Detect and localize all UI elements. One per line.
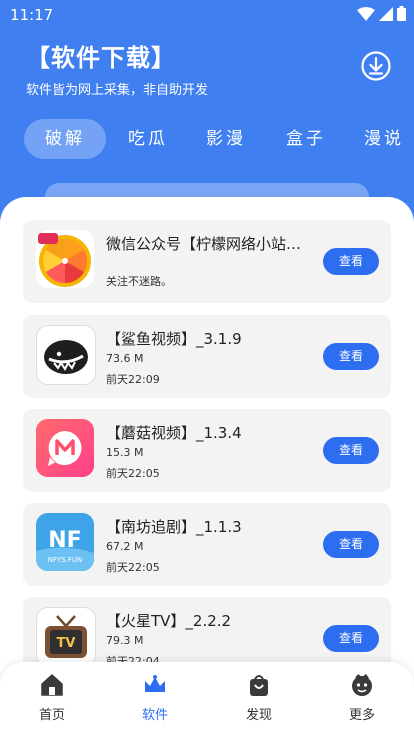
shark-icon — [36, 325, 96, 385]
app-name: 微信公众号【柠檬网络小站… — [106, 235, 302, 253]
nav-home[interactable]: 首页 — [22, 672, 82, 723]
app-note: 关注不迷路。 — [106, 275, 172, 288]
signal-icon — [379, 6, 393, 21]
list-item[interactable]: 微信公众号【柠檬网络小站… 关注不迷路。 查看 — [23, 220, 391, 303]
app-size: 15.3 M — [106, 446, 144, 459]
app-name: 【火星TV】_2.2.2 — [106, 612, 232, 630]
tab-pojie[interactable]: 破解 — [24, 119, 106, 159]
category-tabs: 破解 吃瓜 影漫 盒子 漫说 — [24, 117, 414, 161]
mogu-icon — [36, 419, 94, 477]
crown-icon — [145, 675, 165, 692]
nav-discover-label: 发现 — [245, 708, 272, 723]
view-button[interactable]: 查看 — [323, 531, 379, 558]
bottom-nav: 首页 软件 发现 更多 — [0, 662, 414, 737]
face-icon — [352, 674, 372, 696]
status-time: 11:17 — [10, 6, 54, 24]
nav-software-label: 软件 — [141, 708, 168, 723]
view-button[interactable]: 查看 — [323, 248, 379, 275]
tab-hezi[interactable]: 盒子 — [286, 119, 326, 159]
nf-icon: NF NFYS.FUN — [36, 513, 94, 571]
nav-more[interactable]: 更多 — [332, 672, 392, 723]
tv-icon-text: TV — [57, 636, 76, 651]
app-time: 前天22:05 — [106, 467, 160, 480]
view-button[interactable]: 查看 — [323, 437, 379, 464]
tab-manshuo[interactable]: 漫说 — [364, 119, 404, 159]
page-subtitle: 软件皆为网上采集，非自助开发 — [26, 83, 209, 98]
page-title: 【软件下载】 — [26, 44, 176, 72]
nf-icon-subtext: NFYS.FUN — [48, 556, 83, 564]
view-button[interactable]: 查看 — [323, 343, 379, 370]
list-item[interactable]: 【鲨鱼视频】_3.1.9 73.6 M 前天22:09 查看 — [23, 315, 391, 398]
battery-icon — [397, 6, 406, 21]
home-icon — [41, 674, 63, 696]
status-icons — [357, 6, 406, 21]
app-name: 【蘑菇视频】_1.3.4 — [106, 424, 242, 442]
bag-icon — [250, 675, 268, 696]
download-button[interactable] — [360, 50, 392, 82]
download-icon — [361, 51, 391, 81]
nav-more-label: 更多 — [348, 708, 375, 723]
list-item[interactable]: NF NFYS.FUN 【南坊追剧】_1.1.3 67.2 M 前天22:05 … — [23, 503, 391, 586]
lemon-icon — [36, 230, 94, 288]
app-time: 前天22:05 — [106, 561, 160, 574]
nav-discover[interactable]: 发现 — [229, 672, 289, 723]
app-size: 79.3 M — [106, 634, 144, 647]
nf-icon-text: NF — [48, 528, 81, 553]
tab-chigua[interactable]: 吃瓜 — [128, 119, 168, 159]
view-button[interactable]: 查看 — [323, 625, 379, 652]
list-item[interactable]: 【蘑菇视频】_1.3.4 15.3 M 前天22:05 查看 — [23, 409, 391, 492]
status-bar: 11:17 — [0, 0, 414, 30]
tab-yingman[interactable]: 影漫 — [206, 119, 246, 159]
app-name: 【南坊追剧】_1.1.3 — [106, 518, 242, 536]
app-size: 73.6 M — [106, 352, 144, 365]
nav-software[interactable]: 软件 — [125, 672, 185, 723]
nav-home-label: 首页 — [38, 708, 65, 723]
app-name: 【鲨鱼视频】_3.1.9 — [106, 330, 242, 348]
content-panel: 微信公众号【柠檬网络小站… 关注不迷路。 查看 【鲨鱼视频】_3.1.9 73.… — [0, 197, 414, 737]
app-size: 67.2 M — [106, 540, 144, 553]
tv-icon: TV — [36, 607, 96, 667]
wifi-icon — [357, 6, 375, 21]
app-time: 前天22:09 — [106, 373, 160, 386]
